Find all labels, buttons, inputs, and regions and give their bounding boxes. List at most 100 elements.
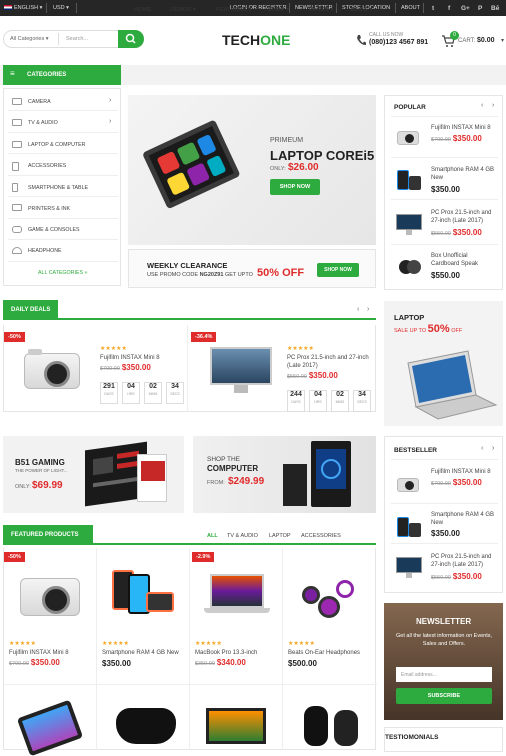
categories-toggle[interactable]: ≡ CATEGORIES: [3, 65, 121, 85]
product-thumb[interactable]: [395, 213, 423, 237]
list-item-title[interactable]: Fujifilm INSTAX Mini 8: [431, 468, 497, 476]
list-item-price: $700.00 $350.00: [431, 478, 482, 487]
nav-pages[interactable]: PAGES ▾: [309, 7, 333, 13]
newsletter-title: NEWSLETTER: [416, 617, 472, 626]
tab-laptop[interactable]: LAPTOP: [269, 533, 291, 539]
language-select[interactable]: ENGLISH ▾: [4, 5, 42, 11]
next-arrow-icon[interactable]: ›: [492, 102, 494, 109]
all-categories-link[interactable]: ALL CATEGORIES »: [38, 270, 87, 276]
about-link[interactable]: ABOUT: [401, 5, 420, 11]
product-image[interactable]: [110, 568, 176, 624]
product-thumb[interactable]: [395, 556, 423, 580]
product-image[interactable]: [18, 568, 84, 624]
product-image[interactable]: [204, 570, 270, 620]
product-thumb[interactable]: [397, 256, 423, 278]
speaker-left-image[interactable]: [304, 706, 328, 746]
product-price: $500.00: [288, 659, 317, 668]
sidebar-item-camera[interactable]: CAMERA: [28, 99, 51, 105]
twitter-icon[interactable]: t: [432, 5, 434, 12]
list-item-title[interactable]: PC Prox 21.5-inch and 27-inch (Late 2017…: [431, 209, 497, 225]
product-image[interactable]: [296, 568, 362, 624]
prev-arrow-icon[interactable]: ‹: [481, 102, 483, 109]
product-title[interactable]: Smartphone RAM 4 GB New: [102, 649, 188, 657]
sidebar-item-games[interactable]: GAME & CONSOLES: [28, 227, 80, 233]
list-item-price: $700.00 $350.00: [431, 134, 482, 143]
tv-image[interactable]: [206, 708, 266, 744]
daily-deals-title: DAILY DEALS: [3, 300, 59, 320]
hero-shop-now-button[interactable]: SHOP NOW: [270, 179, 320, 195]
computer-banner[interactable]: SHOP THE COMPPUTER FROM: $249.99: [193, 436, 376, 513]
sidebar-item-smartphone[interactable]: SMARTPHONE & TABLE: [28, 185, 88, 191]
laptop-promo-title: LAPTOP: [394, 313, 425, 322]
tab-accessories[interactable]: ACCESSORIES: [301, 533, 341, 539]
bestseller-title: BESTSELLER: [394, 447, 437, 454]
product-image[interactable]: [20, 345, 82, 395]
menu-icon: ≡: [10, 69, 15, 78]
product-title[interactable]: Beats On-Ear Headphones: [288, 649, 374, 657]
countdown-secs: 34 SECS: [353, 390, 371, 412]
prev-arrow-icon[interactable]: ‹: [357, 306, 359, 313]
rating-stars: ★★★★★: [102, 641, 129, 647]
product-title[interactable]: Fujifilm INSTAX Mini 8: [9, 649, 95, 657]
nav-features[interactable]: FEATURES ▾: [216, 7, 251, 13]
tablet-image[interactable]: [16, 699, 84, 756]
nav-home[interactable]: HOME: [134, 7, 151, 13]
google-plus-icon[interactable]: G+: [461, 5, 470, 12]
deal-title[interactable]: PC Prox 21.5-inch and 27-inch (Late 2017…: [287, 354, 373, 370]
next-arrow-icon[interactable]: ›: [367, 306, 369, 313]
product-image[interactable]: [208, 345, 274, 395]
behance-icon[interactable]: Bē: [491, 5, 499, 12]
site-logo[interactable]: TECHONE: [222, 32, 290, 48]
clearance-shop-now-button[interactable]: SHOP NOW: [317, 263, 359, 277]
product-thumb[interactable]: [393, 126, 423, 148]
list-item-title[interactable]: Smartphone RAM 4 GB New: [431, 511, 497, 527]
camera-icon: [12, 98, 22, 105]
tab-all[interactable]: ALL: [207, 533, 218, 539]
speaker-right-image[interactable]: [334, 710, 358, 746]
prev-arrow-icon[interactable]: ‹: [481, 445, 483, 452]
deal-title[interactable]: Fujifilm INSTAX Mini 8: [100, 354, 180, 362]
nav-shop[interactable]: SHOP ▾: [268, 7, 289, 13]
headphone-icon: [12, 247, 22, 254]
rating-stars: ★★★★★: [100, 346, 127, 352]
sidebar-item-laptop[interactable]: LAPTOP & COMPUTER: [28, 142, 86, 148]
laptop-icon: [12, 141, 22, 148]
product-title[interactable]: MacBook Pro 13.3-inch: [195, 649, 281, 657]
cart-button[interactable]: 0 CART: $0.00 ▾: [441, 31, 506, 50]
subscribe-button[interactable]: SUBSCRIBE: [396, 688, 492, 704]
search-input[interactable]: Search...: [66, 36, 88, 42]
product-thumb[interactable]: [395, 168, 423, 192]
sidebar-item-printers[interactable]: PRINTERS & INK: [28, 206, 70, 212]
product-price: $700.00 $350.00: [9, 658, 60, 667]
list-item-title[interactable]: Box Unofficial Cardboard Speak: [431, 252, 497, 268]
product-price: $350.00: [102, 659, 131, 668]
search-button[interactable]: [118, 30, 144, 48]
nav-blog[interactable]: BLOG ▾: [351, 7, 372, 13]
category-select[interactable]: All Categories ▾: [10, 36, 49, 42]
pc-side-image: [283, 464, 307, 506]
gaming-banner[interactable]: B51 GAMING THE POWER OF LIGHT... ONLY: $…: [3, 436, 184, 513]
tv-icon: [12, 119, 22, 126]
pinterest-icon[interactable]: P: [478, 5, 482, 12]
sidebar-item-accessories[interactable]: ACCESSORIES: [28, 163, 66, 169]
list-item-title[interactable]: Fujifilm INSTAX Mini 8: [431, 124, 497, 132]
gaming-only-label: ONLY:: [15, 484, 31, 490]
list-item-title[interactable]: Smartphone RAM 4 GB New: [431, 166, 497, 182]
pc-tower-image: [311, 441, 351, 507]
currency-select[interactable]: USD ▾: [53, 5, 69, 11]
deal-price: $700.00 $350.00: [100, 363, 151, 372]
next-arrow-icon[interactable]: ›: [492, 445, 494, 452]
sidebar-item-tv-audio[interactable]: TV & AUDIO: [28, 120, 58, 126]
discount-badge: -36.4%: [191, 332, 217, 342]
facebook-icon[interactable]: f: [448, 5, 450, 12]
product-thumb[interactable]: [395, 515, 423, 539]
list-item-title[interactable]: PC Prox 21.5-inch and 27-inch (Late 2017…: [431, 553, 497, 569]
nav-demos[interactable]: DEMOS ▾: [170, 7, 196, 13]
sidebar-item-headphone[interactable]: HEADPHONE: [28, 248, 62, 254]
product-thumb[interactable]: [393, 473, 423, 495]
tab-tv-audio[interactable]: TV & AUDIO: [227, 533, 258, 539]
laptop-promo-banner[interactable]: LAPTOP SALE UP TO 50% OFF: [384, 301, 503, 426]
gamepad-image[interactable]: [116, 708, 176, 744]
hero-price: $26.00: [288, 162, 319, 173]
newsletter-email-input[interactable]: Email address...: [396, 667, 492, 682]
